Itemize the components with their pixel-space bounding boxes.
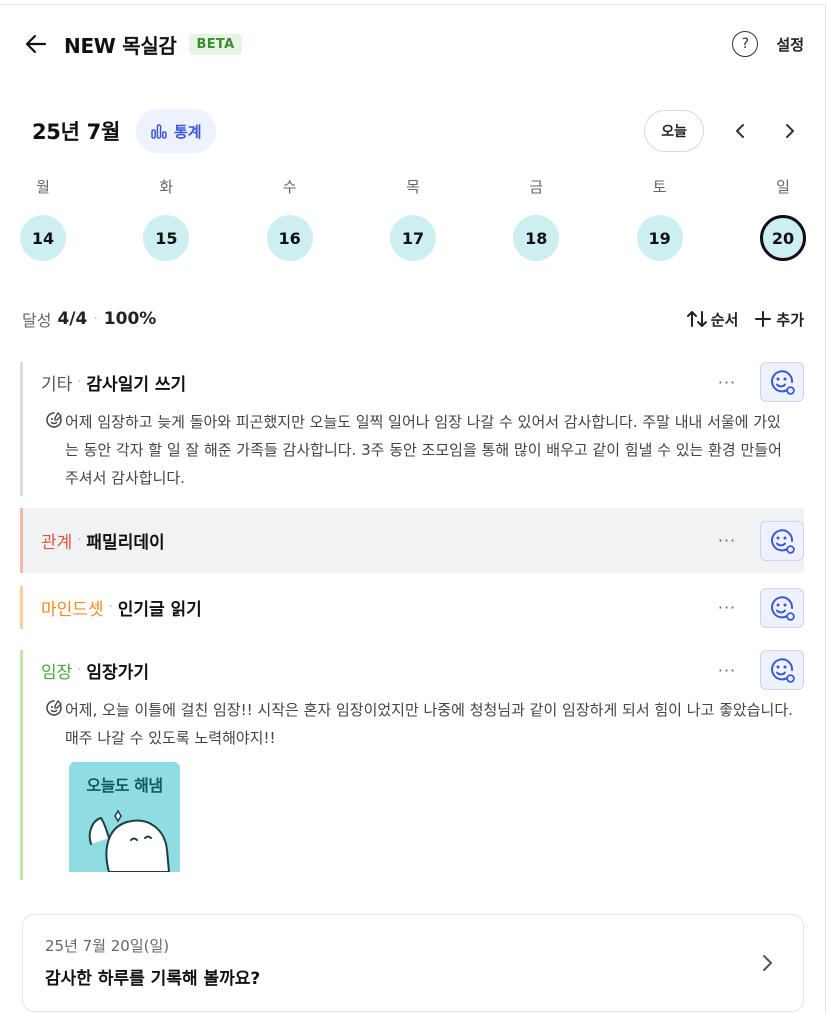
achievement-row: 달성 4/4 · 100% 순서 추가: [22, 306, 804, 332]
smile-reaction-icon: [771, 528, 795, 554]
more-icon[interactable]: ···: [712, 531, 742, 550]
month-label: 25년 7월: [32, 120, 120, 144]
memo-icon: [45, 408, 65, 492]
prev-week-button[interactable]: [726, 117, 754, 145]
date-row: 14 15 16 17 18 19 20: [20, 215, 806, 261]
more-icon[interactable]: ···: [712, 598, 742, 617]
habit-item-header: 마인드셋 · 인기글 읽기 ···: [23, 586, 804, 629]
habit-item[interactable]: 관계 · 패밀리데이 ···: [20, 508, 804, 573]
chevron-right-icon: [763, 955, 772, 971]
chevron-left-icon: [736, 124, 744, 138]
record-card[interactable]: 25년 7월 20일(일) 감사한 하루를 기록해 볼까요?: [22, 914, 804, 1012]
plus-icon: [755, 311, 772, 327]
help-icon[interactable]: ?: [732, 31, 759, 57]
date-cell[interactable]: 18: [513, 215, 560, 261]
next-week-button[interactable]: [776, 117, 804, 145]
order-label: 순서: [710, 310, 739, 329]
habit-item[interactable]: 임장 · 임장가기 ··· 어제, 오늘 이틀에 걸친 임장!! 시작은 혼자 …: [20, 650, 804, 880]
category-separator: ·: [108, 600, 113, 615]
smile-reaction-icon: [771, 595, 795, 621]
more-icon[interactable]: ···: [712, 661, 742, 680]
habit-name: 패밀리데이: [86, 533, 165, 553]
smile-reaction-icon: [771, 370, 795, 395]
record-prompt: 감사한 하루를 기록해 볼까요?: [45, 969, 261, 989]
habit-memo: 어제, 오늘 이틀에 걸친 임장!! 시작은 혼자 임장이었지만 나중에 청청님…: [23, 696, 804, 752]
habit-item-header: 임장 · 임장가기 ···: [23, 650, 804, 690]
weekday-tue: 화: [159, 178, 174, 196]
today-label: 오늘: [661, 124, 687, 140]
memo-photo[interactable]: 오늘도 해냄: [69, 762, 180, 872]
habit-category: 마인드셋: [41, 600, 104, 620]
weekday-row: 월 화 수 목 금 토 일: [20, 176, 806, 197]
date-cell[interactable]: 17: [389, 215, 436, 261]
top-header: NEW 목실감 BETA ? 설정: [24, 26, 804, 62]
add-button[interactable]: 추가: [754, 309, 804, 330]
weekday-sat: 토: [652, 178, 667, 196]
weekday-sun: 일: [776, 178, 790, 196]
habit-item[interactable]: 기타 · 감사일기 쓰기 ··· 어제 임장하고 늦게 돌아와 피곤했지만 오늘…: [20, 362, 804, 496]
habit-name: 감사일기 쓰기: [86, 374, 187, 395]
habit-category: 기타: [41, 374, 73, 395]
reaction-button[interactable]: [760, 587, 804, 628]
category-separator: ·: [77, 662, 82, 678]
habit-name: 임장가기: [86, 662, 149, 683]
date-cell[interactable]: 14: [20, 215, 66, 261]
sort-icon: [686, 311, 707, 327]
category-separator: ·: [77, 374, 82, 390]
weekday-mon: 월: [36, 178, 50, 196]
week-calendar: 월 화 수 목 금 토 일 14 15 16 17 18 19 20: [20, 176, 806, 261]
stats-label: 통계: [174, 122, 202, 141]
stats-button[interactable]: 통계: [136, 109, 216, 153]
habit-item[interactable]: 마인드셋 · 인기글 읽기 ···: [20, 586, 804, 629]
cheering-character-illustration: [88, 809, 171, 872]
weekday-thu: 목: [406, 178, 420, 196]
order-button[interactable]: 순서: [686, 309, 739, 330]
reaction-button[interactable]: [760, 362, 804, 402]
habit-category: 임장: [41, 662, 73, 683]
app-title: NEW 목실감: [64, 33, 177, 58]
selected-date-cell[interactable]: 20: [759, 215, 806, 261]
memo-text: 어제 임장하고 늦게 돌아와 피곤했지만 오늘도 일찍 일어나 임장 나갈 수 …: [65, 413, 782, 487]
date-cell[interactable]: 15: [143, 215, 190, 261]
category-separator: ·: [77, 533, 82, 548]
back-arrow-icon[interactable]: [24, 32, 48, 56]
habit-memo: 어제 임장하고 늦게 돌아와 피곤했지만 오늘도 일찍 일어나 임장 나갈 수 …: [23, 408, 804, 492]
weekday-wed: 수: [282, 178, 297, 196]
memo-icon: [45, 696, 65, 752]
help-icon-glyph: ?: [741, 36, 750, 52]
date-cell[interactable]: 19: [636, 215, 683, 261]
achieve-count: 4/4: [57, 309, 88, 329]
beta-badge: BETA: [188, 33, 243, 55]
habit-item-header: 관계 · 패밀리데이 ···: [23, 508, 804, 573]
bar-chart-icon: [151, 124, 167, 139]
habit-name: 인기글 읽기: [117, 600, 202, 620]
achieve-separator: ·: [93, 311, 98, 327]
more-icon[interactable]: ···: [712, 373, 742, 392]
smile-reaction-icon: [771, 658, 795, 683]
add-label: 추가: [776, 310, 804, 329]
today-button[interactable]: 오늘: [644, 110, 704, 152]
memo-text: 어제, 오늘 이틀에 걸친 임장!! 시작은 혼자 임장이었지만 나중에 청청님…: [65, 701, 793, 747]
record-date: 25년 7월 20일(일): [45, 937, 170, 955]
weekday-fri: 금: [529, 178, 544, 196]
chevron-right-icon: [786, 124, 794, 138]
reaction-button[interactable]: [760, 650, 804, 690]
month-row: 25년 7월 통계 오늘: [32, 108, 804, 154]
achieve-percent: 100%: [103, 309, 157, 329]
achieve-label: 달성: [22, 311, 52, 330]
date-cell[interactable]: 16: [266, 215, 313, 261]
habit-item-header: 기타 · 감사일기 쓰기 ···: [23, 362, 804, 402]
settings-link[interactable]: 설정: [776, 34, 804, 55]
habit-category: 관계: [41, 533, 73, 553]
reaction-button[interactable]: [760, 520, 804, 561]
